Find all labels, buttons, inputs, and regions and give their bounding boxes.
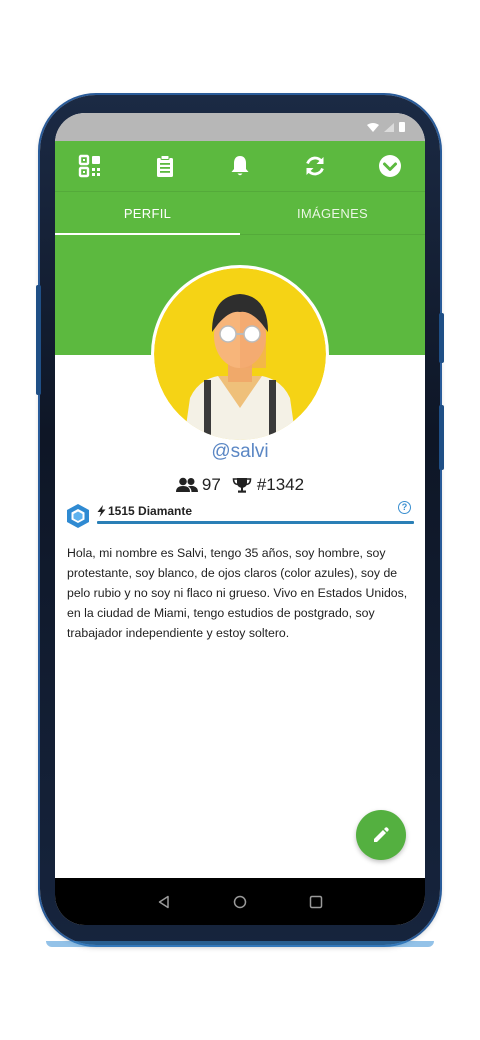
bell-icon[interactable] (227, 153, 253, 179)
qr-code-icon[interactable] (77, 153, 103, 179)
profile-tabs: PERFIL IMÁGENES (55, 191, 425, 235)
rank-points-label: 1515 Diamante (97, 504, 192, 518)
help-icon[interactable]: ? (398, 501, 411, 514)
users-icon (175, 477, 198, 492)
pencil-icon (374, 827, 389, 842)
chevron-down-circle-icon[interactable] (377, 153, 403, 179)
friends-stat[interactable]: 97 (175, 475, 221, 495)
app-toolbar (55, 141, 425, 191)
ranking-value: #1342 (256, 475, 305, 494)
phone-screen: PERFIL IMÁGENES @salvi 97 #1342 1515 Dia… (55, 113, 425, 925)
profile-stats: 97 #1342 (55, 475, 425, 495)
tab-perfil[interactable]: PERFIL (55, 192, 240, 235)
refresh-icon[interactable] (302, 153, 328, 179)
wifi-icon (367, 122, 379, 132)
clipboard-icon[interactable] (152, 153, 178, 179)
tab-imagenes[interactable]: IMÁGENES (240, 192, 425, 235)
phone-side-button (439, 405, 444, 470)
rank-progress: 1515 Diamante ? (65, 501, 415, 529)
profile-bio: Hola, mi nombre es Salvi, tengo 35 años,… (67, 546, 408, 640)
status-bar (55, 113, 425, 141)
ranking-stat[interactable]: #1342 (231, 475, 304, 495)
username: @salvi (211, 441, 269, 462)
home-icon[interactable] (233, 895, 247, 909)
phone-side-button (36, 285, 41, 395)
trophy-icon (232, 478, 252, 493)
phone-side-button (439, 313, 444, 363)
lightning-icon (97, 505, 106, 517)
battery-icon (399, 122, 405, 132)
edit-profile-button[interactable] (356, 810, 406, 860)
signal-icon (384, 122, 394, 132)
recents-icon[interactable] (309, 895, 323, 909)
back-icon[interactable] (157, 895, 171, 909)
rank-progress-bar (97, 521, 414, 524)
system-navigation-bar (55, 878, 425, 925)
friends-count: 97 (201, 475, 221, 494)
diamond-rank-icon (67, 504, 89, 528)
avatar[interactable] (151, 265, 329, 443)
